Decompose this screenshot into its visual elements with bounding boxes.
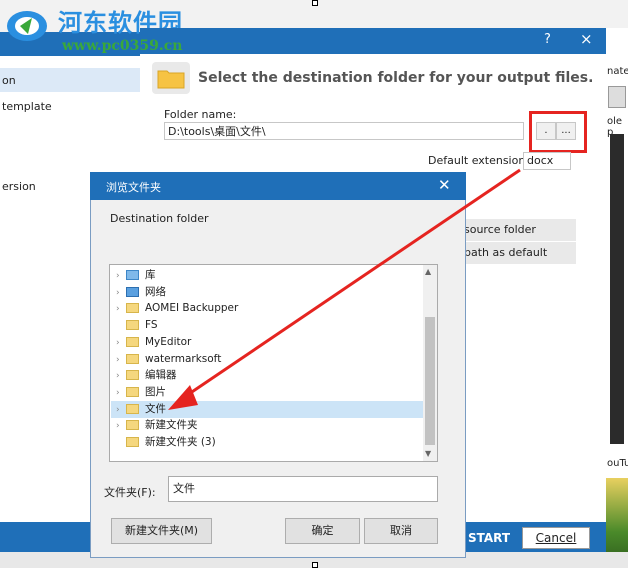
annotation-arrow [168, 168, 521, 410]
resize-handle-bottom[interactable] [312, 562, 318, 568]
resize-handle-top[interactable] [312, 0, 318, 6]
